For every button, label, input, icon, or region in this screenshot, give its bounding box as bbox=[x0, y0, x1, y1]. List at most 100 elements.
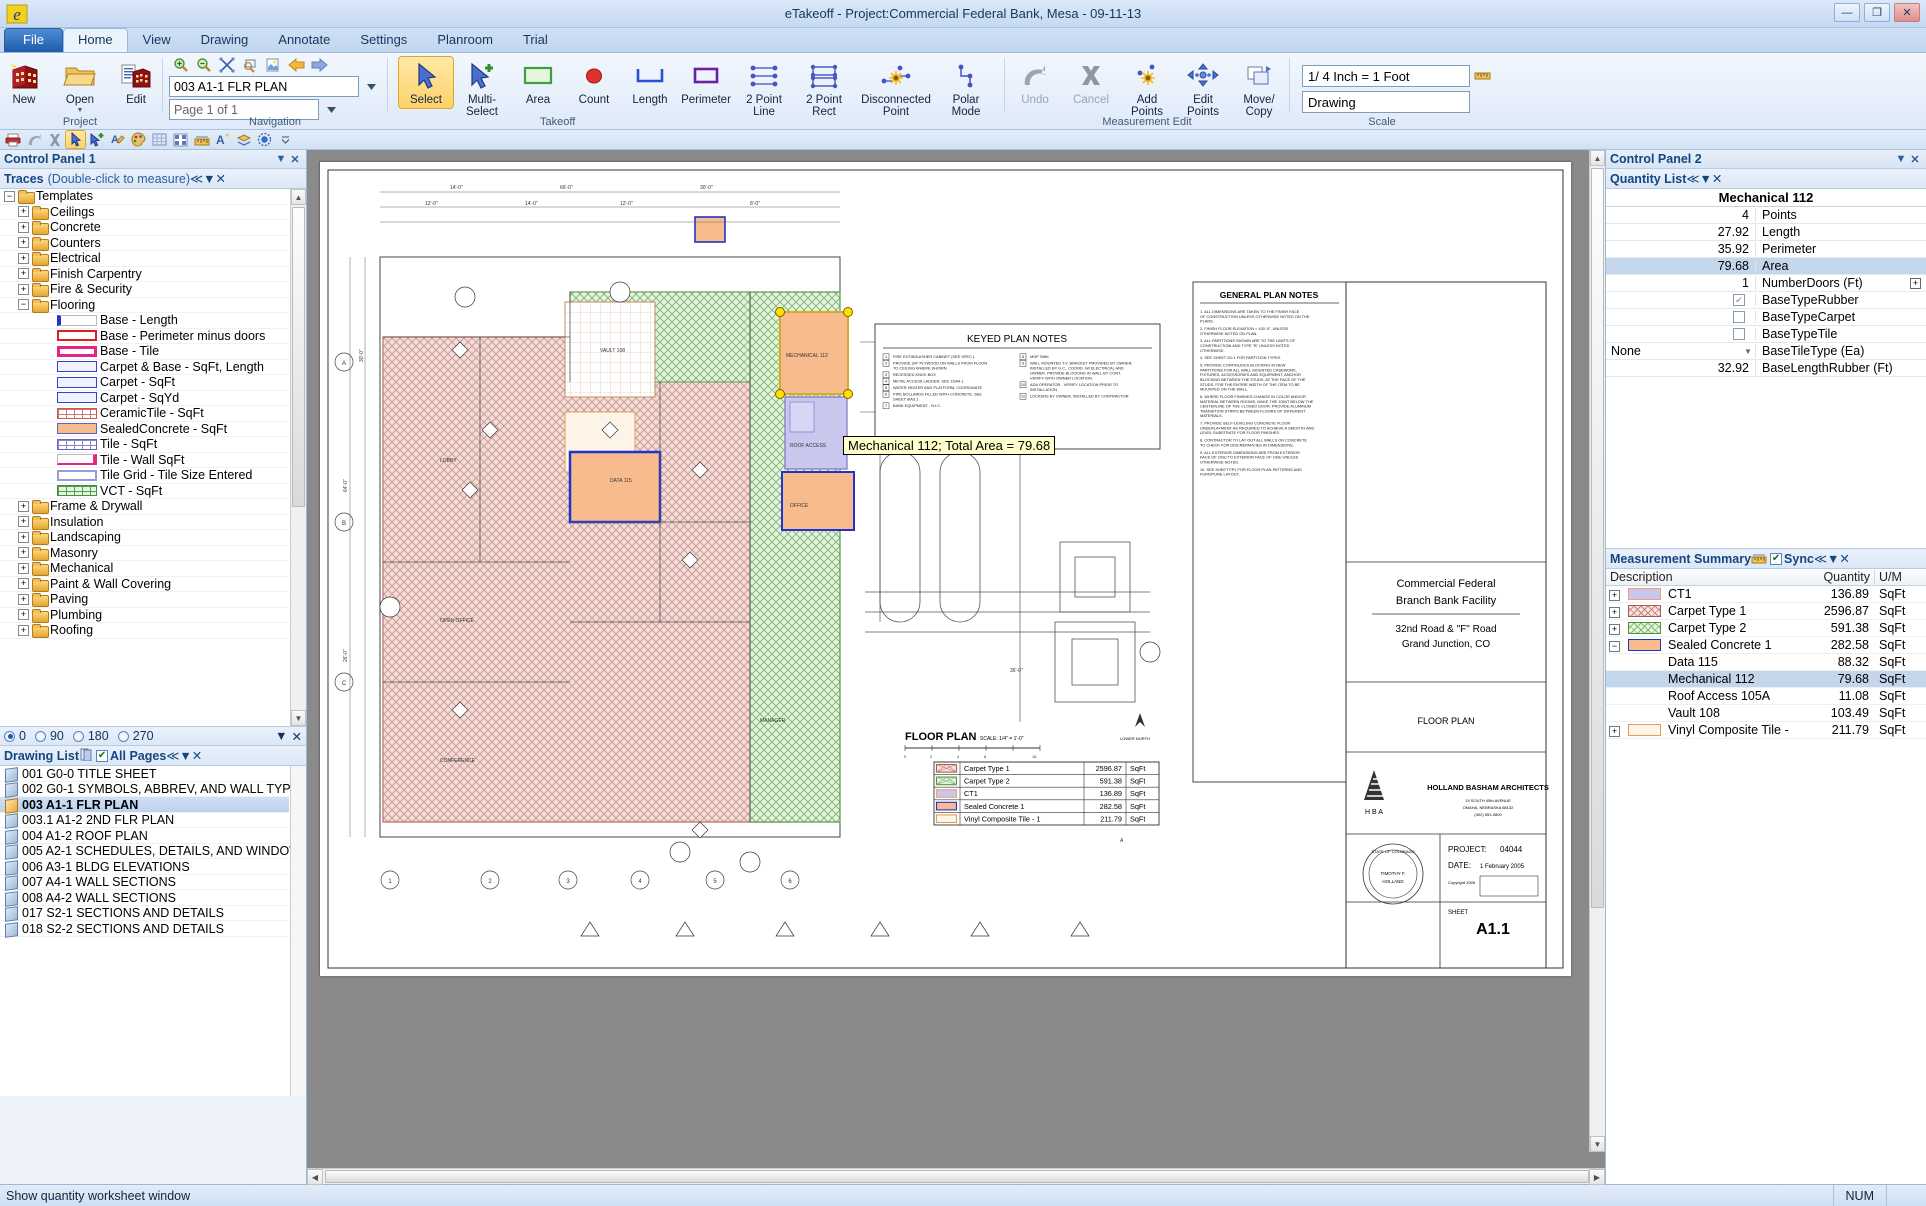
traces-collapse-icon[interactable]: ≪ bbox=[190, 171, 203, 186]
drawing-list-item[interactable]: 005 A2-1 SCHEDULES, DETAILS, AND WINDOW- bbox=[0, 844, 305, 860]
scale-ruler-icon[interactable] bbox=[192, 131, 211, 148]
tree-expander[interactable]: + bbox=[18, 268, 29, 280]
quantity-dropdown[interactable]: None ▼ bbox=[1606, 344, 1756, 358]
tree-trace-row[interactable]: Tile - SqFt bbox=[0, 437, 289, 453]
column-header-um[interactable]: U/M bbox=[1874, 570, 1926, 584]
tree-trace-row[interactable]: Base - Length bbox=[0, 313, 289, 329]
new-project-button[interactable]: New bbox=[0, 57, 51, 108]
tree-trace-row[interactable]: Tile Grid - Tile Size Entered bbox=[0, 468, 289, 484]
quantity-row[interactable]: None ▼ BaseTileType (Ea) bbox=[1606, 343, 1926, 360]
drawing-vertical-scrollbar[interactable]: ▲ ▼ bbox=[1589, 150, 1605, 1152]
drawing-viewport[interactable]: LOBBY OPEN OFFICE VAULT 108 DATA 115 MEC… bbox=[307, 150, 1605, 1185]
tree-folder-row[interactable]: + Paving bbox=[0, 592, 289, 608]
sync-checkbox[interactable]: ✔ bbox=[1770, 552, 1783, 565]
floor-plan-drawing[interactable]: LOBBY OPEN OFFICE VAULT 108 DATA 115 MEC… bbox=[320, 162, 1571, 976]
tree-folder-row[interactable]: + Mechanical bbox=[0, 561, 289, 577]
drawing-scroll-left-button[interactable]: ◀ bbox=[307, 1169, 323, 1185]
quantity-row[interactable]: 32.92 BaseLengthRubber (Ft) bbox=[1606, 360, 1926, 377]
measurement-summary-row[interactable]: + CT1 136.89 SqFt bbox=[1606, 586, 1926, 603]
layers-icon[interactable] bbox=[234, 131, 253, 148]
quantity-row[interactable]: ✔ BaseTypeRubber bbox=[1606, 292, 1926, 309]
traces-scroll-down-button[interactable]: ▼ bbox=[291, 710, 306, 727]
length-tool-button[interactable]: Length bbox=[623, 57, 677, 108]
tree-expander[interactable]: + bbox=[18, 221, 29, 233]
drawing-list-item[interactable]: 007 A4-1 WALL SECTIONS bbox=[0, 875, 289, 891]
drawing-list-collapse-icon[interactable]: ≪ bbox=[166, 748, 179, 763]
tab-trial[interactable]: Trial bbox=[508, 28, 563, 52]
column-header-description[interactable]: Description bbox=[1606, 570, 1812, 584]
tree-folder-row[interactable]: + Fire & Security bbox=[0, 282, 289, 298]
tree-expander[interactable]: + bbox=[18, 547, 29, 559]
tree-expander[interactable]: + bbox=[18, 624, 29, 636]
traces-menu-chevron-icon[interactable]: ▼ bbox=[203, 172, 215, 186]
tree-expander[interactable]: + bbox=[18, 578, 29, 590]
zoom-in-icon[interactable] bbox=[171, 56, 191, 74]
add-points-button[interactable]: Add Points bbox=[1120, 57, 1174, 120]
ms-close-icon[interactable]: ✕ bbox=[1839, 551, 1849, 566]
drawing-horizontal-scrollbar[interactable]: ◀ ▶ bbox=[307, 1168, 1605, 1185]
tree-expander[interactable]: + bbox=[18, 500, 29, 512]
quantity-row[interactable]: BaseTypeCarpet bbox=[1606, 309, 1926, 326]
drawing-sheet-area[interactable]: LOBBY OPEN OFFICE VAULT 108 DATA 115 MEC… bbox=[307, 150, 1605, 1168]
fit-icon[interactable] bbox=[217, 56, 237, 74]
quantity-row[interactable]: 1 NumberDoors (Ft) + bbox=[1606, 275, 1926, 292]
tab-planroom[interactable]: Planroom bbox=[422, 28, 508, 52]
measurement-summary-row[interactable]: + Vinyl Composite Tile - 211.79 SqFt bbox=[1606, 722, 1926, 739]
annotate-a-icon[interactable]: A bbox=[108, 131, 127, 148]
quantity-row[interactable]: 79.68 Area bbox=[1606, 258, 1926, 275]
zoom-out-icon[interactable] bbox=[194, 56, 214, 74]
drawing-selector-chevron-icon[interactable] bbox=[363, 76, 379, 97]
tree-expander[interactable]: − bbox=[18, 299, 29, 311]
multi-select-tool-button[interactable]: Multi- Select bbox=[455, 57, 509, 120]
tree-trace-row[interactable]: Base - Tile bbox=[0, 344, 289, 360]
two-point-rect-tool-button[interactable]: 2 Point Rect bbox=[795, 57, 853, 120]
tree-folder-row[interactable]: + Plumbing bbox=[0, 608, 289, 623]
drawing-list-item[interactable]: 004 A1-2 ROOF PLAN bbox=[0, 828, 289, 844]
delete-x-icon[interactable] bbox=[45, 131, 64, 148]
tree-trace-row[interactable]: Carpet - SqFt bbox=[0, 375, 289, 391]
orientation-menu-chevron-icon[interactable]: ▼ bbox=[275, 729, 287, 743]
drawing-list-item[interactable]: 006 A3-1 BLDG ELEVATIONS bbox=[0, 859, 289, 875]
quantity-row[interactable]: 4 Points bbox=[1606, 207, 1926, 224]
tree-folder-row[interactable]: + Landscaping bbox=[0, 530, 289, 546]
scale-ruler-icon[interactable] bbox=[1474, 67, 1491, 86]
measurement-row-expander[interactable]: − bbox=[1609, 638, 1625, 652]
tree-expander[interactable]: + bbox=[18, 252, 29, 264]
measurement-summary-row[interactable]: Mechanical 112 79.68 SqFt bbox=[1606, 671, 1926, 688]
tree-expander[interactable]: + bbox=[18, 237, 29, 249]
measurement-row-expander[interactable]: + bbox=[1609, 587, 1625, 601]
tree-trace-row[interactable]: CeramicTile - SqFt bbox=[0, 406, 289, 422]
traces-scroll-up-button[interactable]: ▲ bbox=[291, 189, 306, 205]
tree-folder-row[interactable]: + Concrete bbox=[0, 220, 289, 236]
tree-expander[interactable]: + bbox=[18, 283, 29, 295]
measurement-row-expander[interactable]: + bbox=[1609, 604, 1625, 618]
open-project-button[interactable]: Open ▼ bbox=[53, 57, 107, 119]
tree-trace-row[interactable]: Tile - Wall SqFt bbox=[0, 453, 289, 468]
drawing-list-menu-chevron-icon[interactable]: ▼ bbox=[179, 749, 191, 763]
cancel-button[interactable]: Cancel bbox=[1064, 57, 1118, 108]
quantity-expand-button[interactable]: + bbox=[1910, 277, 1921, 289]
measurement-row-expander[interactable]: + bbox=[1609, 723, 1625, 737]
orientation-radio-0[interactable] bbox=[4, 730, 15, 742]
measurement-summary-row[interactable]: Roof Access 105A 11.08 SqFt bbox=[1606, 688, 1926, 705]
tab-drawing[interactable]: Drawing bbox=[186, 28, 264, 52]
chevron-down-icon[interactable]: ▼ bbox=[1741, 347, 1755, 356]
tab-settings[interactable]: Settings bbox=[345, 28, 422, 52]
tree-folder-row[interactable]: − Templates bbox=[0, 189, 289, 205]
panel-menu-chevron-icon[interactable]: ▼ bbox=[274, 153, 288, 165]
ms-collapse-icon[interactable]: ≪ bbox=[1814, 551, 1827, 566]
tree-expander[interactable]: + bbox=[18, 562, 29, 574]
move-copy-button[interactable]: Move/Copy bbox=[1232, 57, 1286, 120]
tab-annotate[interactable]: Annotate bbox=[263, 28, 345, 52]
quantity-row[interactable]: 27.92 Length bbox=[1606, 224, 1926, 241]
tab-file[interactable]: File bbox=[4, 28, 63, 52]
drawing-list-scrollbar[interactable] bbox=[290, 766, 306, 1097]
select-cursor-icon[interactable] bbox=[65, 130, 86, 149]
tree-folder-row[interactable]: + Ceilings bbox=[0, 205, 289, 220]
drawing-list-item[interactable]: 008 A4-2 WALL SECTIONS bbox=[0, 890, 289, 906]
drawing-scroll-down-button[interactable]: ▼ bbox=[1590, 1136, 1605, 1152]
tree-folder-row[interactable]: + Finish Carpentry bbox=[0, 267, 289, 282]
drawing-selector-combo[interactable]: 003 A1-1 FLR PLAN bbox=[169, 76, 359, 97]
quantity-row[interactable]: 35.92 Perimeter bbox=[1606, 241, 1926, 258]
drawing-list-item[interactable]: 018 S2-2 SECTIONS AND DETAILS bbox=[0, 921, 289, 937]
